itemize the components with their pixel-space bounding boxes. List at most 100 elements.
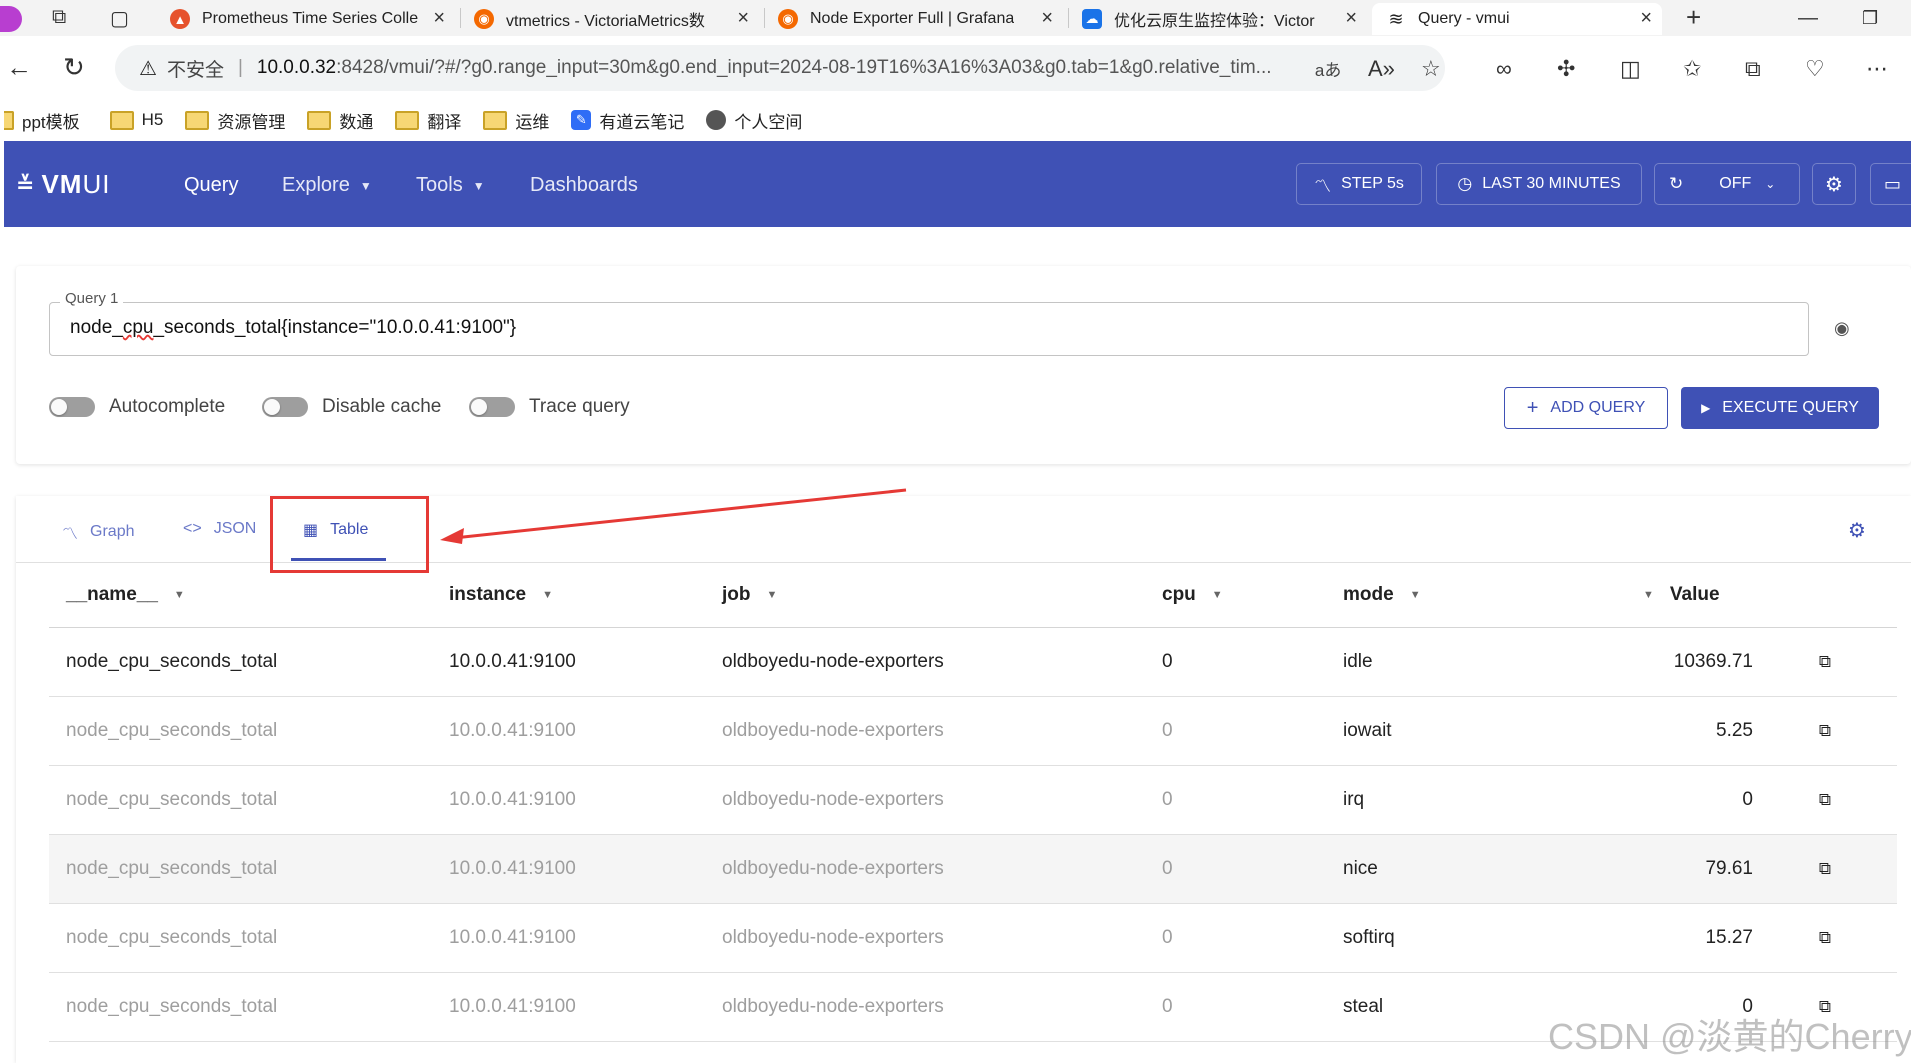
auto-refresh-button[interactable]: ↻ OFF ⌄ [1654,163,1800,205]
back-icon[interactable]: ← [6,52,32,83]
query-text[interactable]: node_cpu_seconds_total{instance="10.0.0.… [70,317,516,339]
column-header-instance[interactable]: instance ▼ [449,563,722,628]
table-row[interactable]: node_cpu_seconds_total 10.0.0.41:9100 ol… [49,696,1897,766]
plus-icon: + [1526,396,1539,419]
warning-icon[interactable]: ⚠ [139,56,157,81]
close-tab-icon[interactable]: × [1041,7,1053,30]
table-row[interactable]: node_cpu_seconds_total 10.0.0.41:9100 ol… [49,903,1897,973]
cell-cpu: 0 [1162,627,1343,697]
bookmark-translate[interactable]: 翻译 [395,108,461,133]
read-aloud-icon[interactable]: A» [1368,56,1395,82]
tab-title: 优化云原生监控体验：Victor [1114,13,1315,30]
copy-icon[interactable]: ⧉ [1753,765,1897,835]
caret-down-icon: ▼ [472,178,485,193]
address-bar-row: ← ↻ ⚠ 不安全 | 10.0.0.32:8428/vmui/?#/?g0.r… [0,36,1911,100]
column-header-name[interactable]: __name__ ▼ [49,563,449,628]
restore-icon[interactable]: ❐ [1862,0,1878,36]
column-header-value[interactable]: ▼ Value [1643,563,1753,628]
address-bar[interactable]: ⚠ 不安全 | 10.0.0.32:8428/vmui/?#/?g0.range… [115,45,1445,91]
cell-instance: 10.0.0.41:9100 [449,834,722,904]
time-range-button[interactable]: ◷ LAST 30 MINUTES [1436,163,1642,205]
copy-icon[interactable]: ⧉ [1753,834,1897,904]
collections-icon[interactable]: ⧉ [1745,56,1761,82]
security-label[interactable]: 不安全 [167,55,224,82]
close-tab-icon[interactable]: × [433,7,445,30]
cell-name: node_cpu_seconds_total [49,903,449,973]
tab-actions-icon[interactable]: ▢ [110,6,129,31]
sort-icon: ▼ [542,588,553,601]
execute-query-button[interactable]: ▶ EXECUTE QUERY [1681,387,1879,429]
minimize-icon[interactable]: — [1798,0,1818,36]
performance-icon[interactable]: ♡ [1805,56,1825,82]
bookmark-youdao[interactable]: ✎ 有道云笔记 [571,108,684,133]
infinity-icon[interactable]: ∞ [1496,56,1512,82]
results-table: __name__ ▼ instance ▼ job ▼ cpu ▼ mode ▼ ▼ Val… [49,563,1897,1042]
table-row[interactable]: node_cpu_seconds_total 10.0.0.41:9100 ol… [49,627,1897,697]
favorites-icon[interactable]: ✩ [1683,56,1701,82]
disable-cache-toggle[interactable]: Disable cache [262,396,441,418]
more-menu-icon[interactable]: ⋯ [1866,56,1888,82]
favorite-star-icon[interactable]: ☆ [1421,56,1441,82]
reload-icon[interactable]: ↻ [63,52,85,83]
cell-cpu: 0 [1162,765,1343,835]
tab-graph[interactable]: 〽 Graph [62,520,134,544]
browser-tab-vmui[interactable]: ≋ Query - vmui × [1372,3,1662,35]
nav-explore[interactable]: Explore ▼ [282,174,372,197]
nav-query[interactable]: Query [184,174,238,197]
trace-query-toggle[interactable]: Trace query [469,396,630,418]
split-screen-icon[interactable]: ◫ [1620,56,1641,82]
table-settings-icon[interactable]: ⚙ [1848,518,1866,543]
query-input[interactable]: node_cpu_seconds_total{instance="10.0.0.… [49,302,1809,356]
extensions-icon[interactable]: ✣ [1557,56,1575,82]
cell-instance: 10.0.0.41:9100 [449,627,722,697]
watermark: CSDN @淡黄的Cherry [1548,1016,1911,1057]
profile-icon[interactable] [0,6,22,32]
translate-icon[interactable]: aあ [1315,56,1341,81]
column-header-cpu[interactable]: cpu ▼ [1162,563,1343,628]
bookmark-space[interactable]: 个人空间 [706,108,802,133]
switch[interactable] [49,397,95,417]
copy-icon[interactable]: ⧉ [1753,627,1897,697]
refresh-icon: ↻ [1669,174,1684,193]
bookmark-ppt[interactable]: ppt模板 [4,108,80,133]
step-button[interactable]: 〽 STEP 5s [1296,163,1422,205]
close-tab-icon[interactable]: × [1640,7,1652,30]
close-tab-icon[interactable]: × [1345,7,1357,30]
browser-tab-vtmetrics[interactable]: ◉ vtmetrics - VictoriaMetrics数 × [474,3,759,35]
bookmark-resource[interactable]: 资源管理 [185,108,285,133]
switch[interactable] [262,397,308,417]
add-query-button[interactable]: + ADD QUERY [1504,387,1668,429]
logo-icon: ≚ [16,171,36,197]
autocomplete-toggle[interactable]: Autocomplete [49,396,225,418]
table-row[interactable]: node_cpu_seconds_total 10.0.0.41:9100 ol… [49,834,1897,904]
bookmark-ops[interactable]: 运维 [483,108,549,133]
folder-icon [307,110,332,130]
table-row[interactable]: node_cpu_seconds_total 10.0.0.41:9100 ol… [49,765,1897,835]
cell-instance: 10.0.0.41:9100 [449,972,722,1042]
sort-icon: ▼ [766,588,778,601]
browser-tab-node-exporter[interactable]: ◉ Node Exporter Full | Grafana × [778,3,1063,35]
close-tab-icon[interactable]: × [737,7,749,30]
bookmark-datacom[interactable]: 数通 [307,108,373,133]
tab-json[interactable]: <> JSON [183,520,256,538]
copy-icon[interactable]: ⧉ [1753,696,1897,766]
settings-button[interactable]: ⚙ [1812,163,1856,205]
bookmark-h5[interactable]: H5 [109,110,163,130]
new-tab-icon[interactable]: + [1686,2,1701,33]
folder-icon [4,110,14,130]
copy-icon[interactable]: ⧉ [1753,903,1897,973]
vmui-logo[interactable]: ≚ VM UI [16,169,110,200]
workspaces-icon[interactable]: ⧉ [52,6,66,29]
eye-icon[interactable]: ◉ [1834,318,1850,339]
cell-mode: iowait [1343,696,1643,766]
trend-icon: 〽 [1314,176,1332,196]
switch[interactable] [469,397,515,417]
url-text[interactable]: 10.0.0.32:8428/vmui/?#/?g0.range_input=3… [257,57,1297,79]
browser-tab-victoria-article[interactable]: ☁ 优化云原生监控体验：Victor × [1082,3,1367,35]
column-header-job[interactable]: job ▼ [722,563,1162,628]
nav-tools[interactable]: Tools ▼ [416,174,485,197]
column-header-mode[interactable]: mode ▼ [1343,563,1643,628]
browser-tab-prometheus[interactable]: ▲ Prometheus Time Series Colle × [170,3,455,35]
keyboard-shortcuts-button[interactable]: ▭ [1870,163,1911,205]
nav-dashboards[interactable]: Dashboards [530,174,638,197]
